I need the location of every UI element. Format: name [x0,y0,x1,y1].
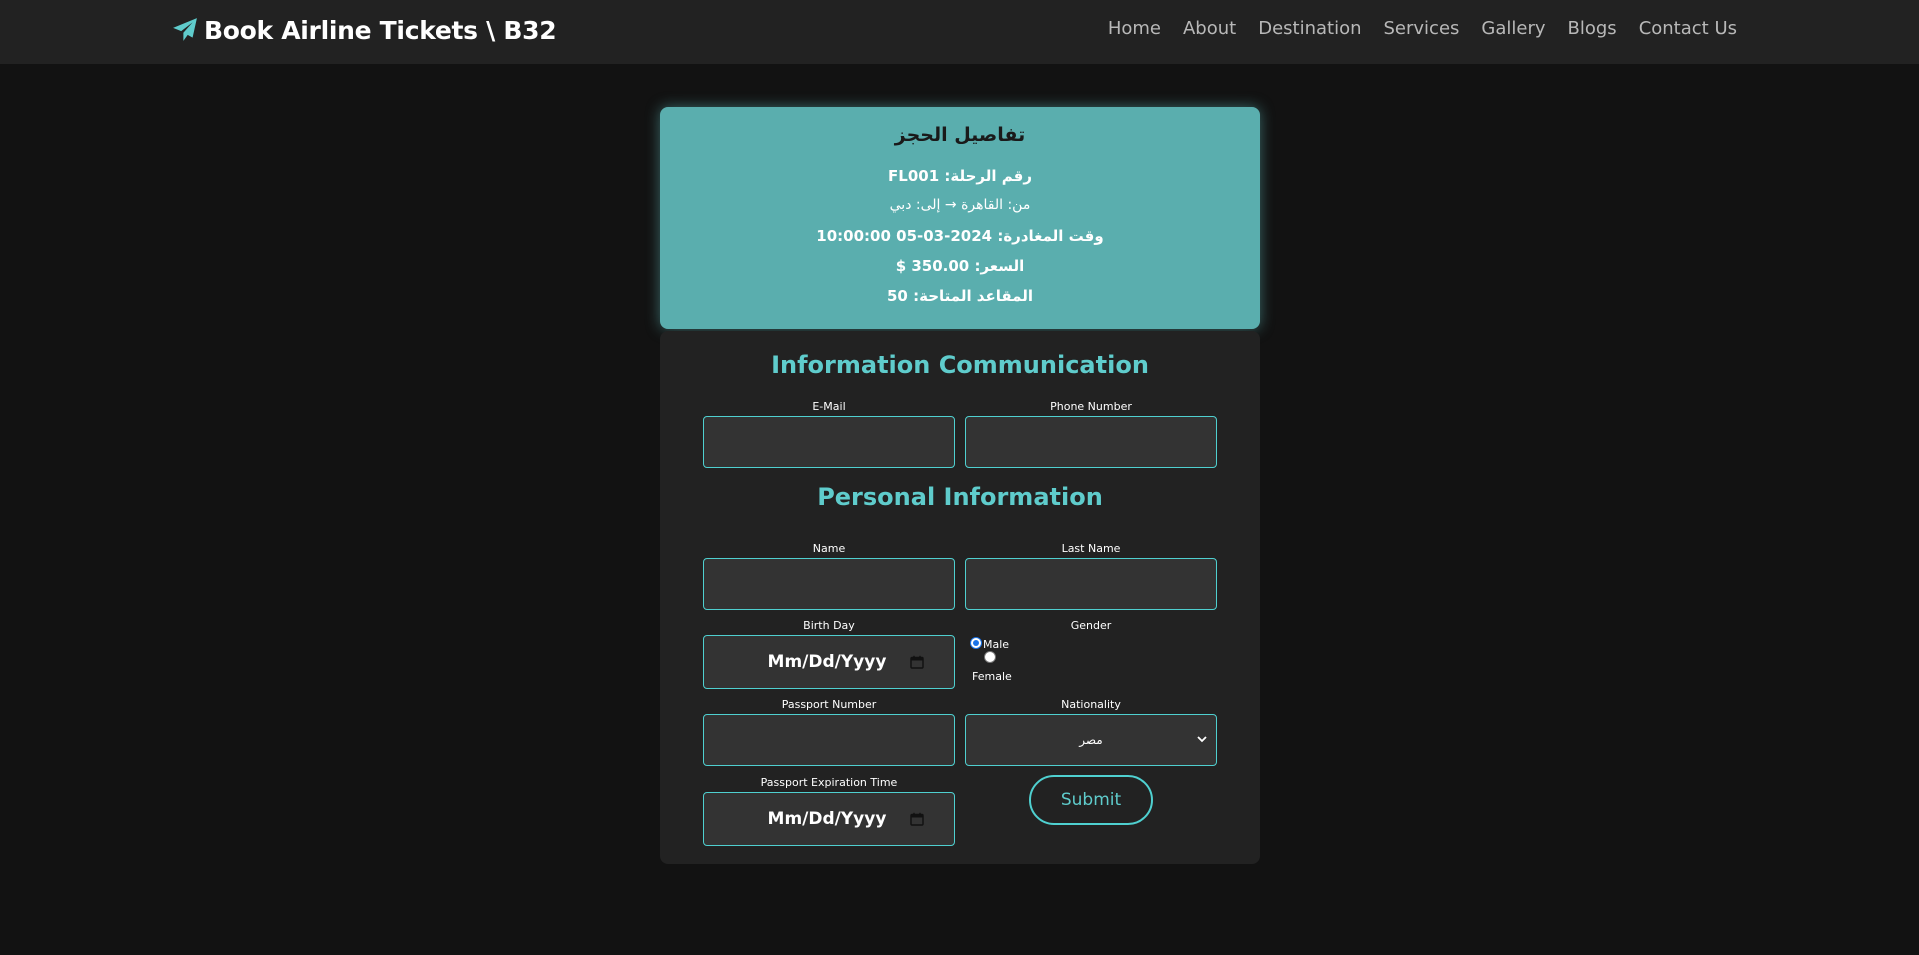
phone-label: Phone Number [1050,400,1132,413]
name-field[interactable] [703,558,955,610]
email-label: E-Mail [812,400,846,413]
last-name-label: Last Name [1061,542,1121,555]
male-radio[interactable] [970,636,982,649]
nationality-select[interactable]: مصر [965,714,1217,766]
nav-link-home[interactable]: Home [1108,18,1161,39]
passport-number-field[interactable] [703,714,955,766]
nav-link-about[interactable]: About [1183,18,1236,39]
nav-menu: Home About Destination Services Gallery … [1086,18,1737,39]
nationality-label: Nationality [1061,698,1121,711]
nav-link-gallery[interactable]: Gallery [1481,18,1545,39]
nationality-value: مصر [1079,733,1103,747]
female-label: Female [972,670,1012,683]
birthday-date-input[interactable]: Mm/Dd/Yyyy [703,635,955,689]
brand-logo[interactable]: Book Airline Tickets \ B32 [172,12,557,48]
booking-details-card: تفاصيل الحجز رقم الرحلة: FL001 من: القاه… [660,107,1260,329]
flight-route: من: القاهرة → إلى: دبي [889,197,1031,213]
nav-link-blogs[interactable]: Blogs [1568,18,1617,39]
available-seats: المقاعد المتاحة: 50 [887,287,1033,305]
gender-male-option[interactable]: Male [970,634,1009,651]
birthday-placeholder: Mm/Dd/Yyyy [767,652,887,672]
flight-number: رقم الرحلة: FL001 [888,167,1032,185]
nav-link-destination[interactable]: Destination [1258,18,1361,39]
submit-button[interactable]: Submit [1029,775,1153,825]
booking-form: Information Communication E-Mail Phone N… [660,331,1260,864]
top-navbar: Book Airline Tickets \ B32 Home About De… [0,0,1919,64]
calendar-icon[interactable] [910,812,925,826]
calendar-icon[interactable] [910,655,925,669]
phone-field[interactable] [965,416,1217,468]
passport-expiration-label: Passport Expiration Time [760,776,898,789]
passport-expiration-placeholder: Mm/Dd/Yyyy [767,809,887,829]
departure-time: وقت المغادرة: 2024-03-05 10:00:00 [816,227,1104,245]
paper-plane-icon [173,18,197,41]
name-label: Name [812,542,846,555]
contact-section-title: Information Communication [771,351,1149,379]
gender-female-option[interactable] [984,651,996,663]
nav-link-contact[interactable]: Contact Us [1639,18,1737,39]
gender-label: Gender [1070,619,1112,632]
passport-expiration-date-input[interactable]: Mm/Dd/Yyyy [703,792,955,846]
female-radio[interactable] [984,651,996,663]
last-name-field[interactable] [965,558,1217,610]
birthday-label: Birth Day [803,619,855,632]
chevron-down-icon [1197,736,1207,743]
email-field[interactable] [703,416,955,468]
brand-title: Book Airline Tickets \ B32 [204,15,557,45]
male-label: Male [983,638,1010,651]
ticket-price: السعر: 350.00 $ [895,257,1025,275]
personal-section-title: Personal Information [817,483,1103,511]
passport-number-label: Passport Number [781,698,877,711]
booking-details-title: تفاصيل الحجز [894,124,1026,146]
nav-link-services[interactable]: Services [1384,18,1460,39]
